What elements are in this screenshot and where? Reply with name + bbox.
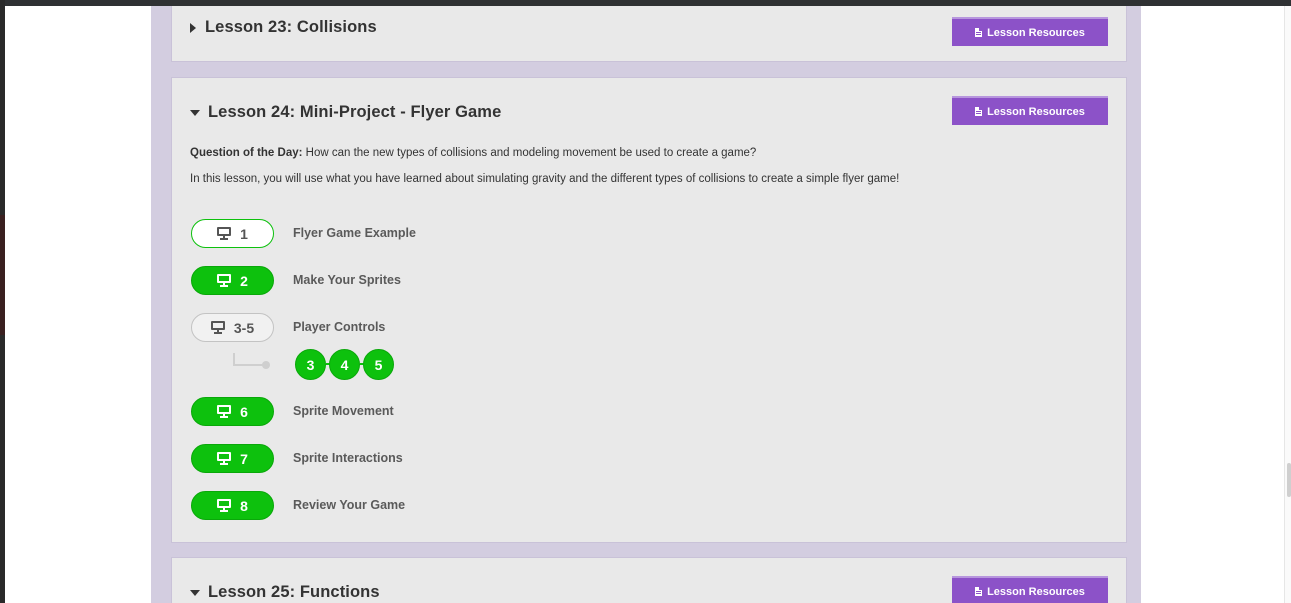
sublevel-connector-dot — [262, 361, 270, 369]
level-bubble-2[interactable]: 2 — [191, 266, 274, 295]
lesson-card-24: Lesson 24: Mini-Project - Flyer Game Les… — [171, 77, 1127, 543]
lesson-23-resources-button[interactable]: Lesson Resources — [952, 17, 1108, 46]
document-icon — [975, 28, 983, 37]
document-icon — [975, 587, 983, 596]
question-of-the-day: Question of the Day: How can the new typ… — [190, 147, 756, 159]
level-bubble-7[interactable]: 7 — [191, 444, 274, 473]
lesson-description: In this lesson, you will use what you ha… — [190, 173, 900, 185]
lesson-card-25: Lesson 25: Functions Lesson Resources — [171, 557, 1127, 603]
level-number: 8 — [240, 497, 248, 514]
lesson-25-resources-button[interactable]: Lesson Resources — [952, 576, 1108, 603]
level-name[interactable]: Sprite Interactions — [293, 451, 403, 465]
monitor-icon — [217, 274, 232, 287]
sublevel-bubble-3[interactable]: 3 — [295, 349, 326, 380]
lesson-card-23: Lesson 23: Collisions Lesson Resources — [171, 6, 1127, 62]
monitor-icon — [217, 405, 232, 418]
level-bubble-3-5[interactable]: 3-5 — [191, 313, 274, 342]
level-name[interactable]: Player Controls — [293, 320, 385, 334]
qotd-label: Question of the Day: — [190, 147, 303, 159]
lesson-25-resources-label: Lesson Resources — [987, 585, 1085, 598]
lesson-23-resources-label: Lesson Resources — [987, 26, 1085, 39]
left-window-edge — [0, 0, 5, 603]
lessons-list: Lesson 23: Collisions Lesson Resources L… — [151, 6, 1141, 603]
level-bubble-8[interactable]: 8 — [191, 491, 274, 520]
level-number: 3-5 — [233, 319, 255, 336]
lesson-25-title[interactable]: Lesson 25: Functions — [208, 583, 380, 602]
monitor-icon — [217, 452, 232, 465]
level-number: 6 — [240, 403, 248, 420]
qotd-text: How can the new types of collisions and … — [302, 147, 757, 159]
level-name[interactable]: Flyer Game Example — [293, 226, 416, 240]
lesson-24-resources-label: Lesson Resources — [987, 105, 1085, 118]
scrollbar-thumb[interactable] — [1287, 463, 1291, 497]
page-scrollbar[interactable] — [1284, 6, 1291, 603]
left-edge-strip — [0, 215, 5, 335]
level-bubble-6[interactable]: 6 — [191, 397, 274, 426]
level-name[interactable]: Review Your Game — [293, 498, 405, 512]
level-number: 2 — [240, 272, 248, 289]
lesson-25-header[interactable]: Lesson 25: Functions — [190, 583, 380, 602]
level-name[interactable]: Sprite Movement — [293, 404, 394, 418]
caret-right-icon[interactable] — [190, 22, 196, 33]
lesson-24-resources-button[interactable]: Lesson Resources — [952, 96, 1108, 125]
level-bubble-1[interactable]: 1 — [191, 219, 274, 248]
lesson-23-title[interactable]: Lesson 23: Collisions — [205, 18, 377, 37]
sublevel-bubble-5[interactable]: 5 — [363, 349, 394, 380]
lesson-23-header[interactable]: Lesson 23: Collisions — [190, 18, 377, 37]
caret-down-icon[interactable] — [190, 589, 200, 596]
lesson-24-title[interactable]: Lesson 24: Mini-Project - Flyer Game — [208, 103, 501, 122]
monitor-icon — [217, 227, 232, 240]
level-number: 1 — [240, 225, 248, 242]
level-name[interactable]: Make Your Sprites — [293, 273, 401, 287]
lesson-24-header[interactable]: Lesson 24: Mini-Project - Flyer Game — [190, 103, 501, 122]
caret-down-icon[interactable] — [190, 109, 200, 116]
level-number: 7 — [240, 450, 248, 467]
sublevel-bubble-4[interactable]: 4 — [329, 349, 360, 380]
document-icon — [975, 107, 983, 116]
monitor-icon — [210, 321, 225, 334]
monitor-icon — [217, 499, 232, 512]
